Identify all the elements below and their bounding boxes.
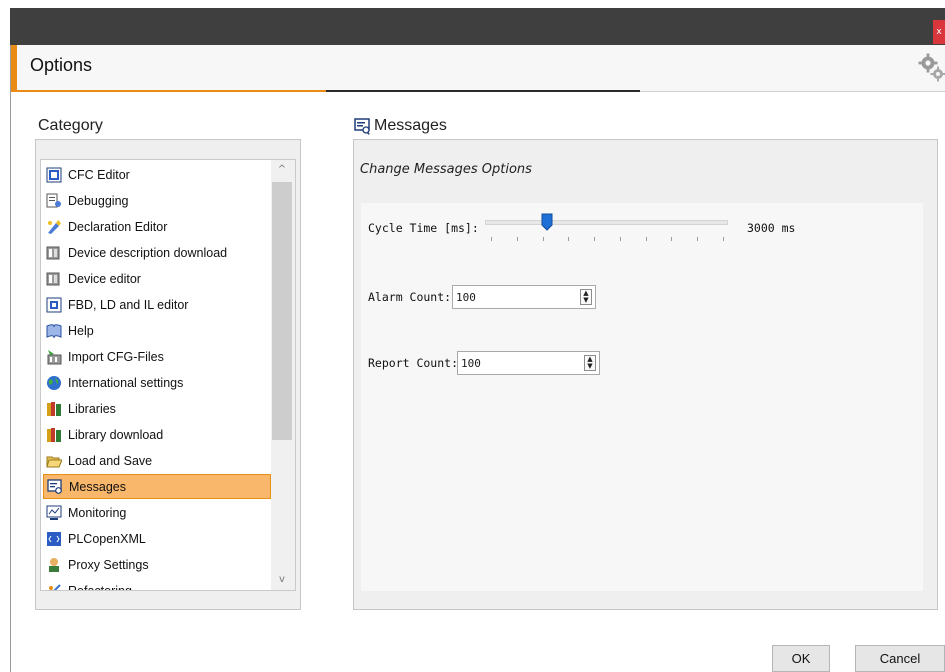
- alarm-count-stepper[interactable]: 100 ▲ ▼: [452, 285, 596, 309]
- window-titlebar: x: [10, 8, 945, 45]
- category-item-label: Debugging: [68, 193, 129, 208]
- globe-icon: [47, 375, 61, 390]
- category-item[interactable]: Load and Save: [43, 448, 271, 473]
- slider-tick: [620, 237, 621, 241]
- alarm-count-spin-icon[interactable]: ▲ ▼: [580, 289, 592, 305]
- category-title: Category: [38, 117, 103, 134]
- scrollbar-thumb[interactable]: [272, 182, 292, 440]
- category-item[interactable]: Device description download: [43, 240, 271, 265]
- header-underline: [11, 90, 326, 92]
- fbd-editor-icon: [46, 297, 62, 312]
- plcopenxml-icon: [47, 531, 61, 546]
- slider-tick: [671, 237, 672, 241]
- category-item-label: Library download: [68, 427, 164, 442]
- category-item[interactable]: Monitoring: [43, 500, 271, 525]
- cycle-time-label: Cycle Time [ms]:: [368, 221, 479, 235]
- report-count-label: Report Count:: [368, 356, 459, 370]
- report-count-value: 100: [461, 357, 481, 370]
- slider-tick: [517, 237, 518, 241]
- header-underline-dark: [326, 90, 640, 92]
- messages-icon: [354, 118, 370, 135]
- cycle-time-slider-thumb[interactable]: [541, 213, 553, 231]
- slider-tick: [491, 237, 492, 241]
- messages-subtitle: Change Messages Options: [360, 162, 532, 177]
- report-count-spin-icon[interactable]: ▲ ▼: [584, 355, 596, 371]
- ok-button[interactable]: OK: [772, 645, 830, 672]
- header-accent: [11, 45, 17, 92]
- category-item[interactable]: CFC Editor: [43, 162, 271, 187]
- scroll-down-icon[interactable]: v: [275, 573, 289, 587]
- category-item[interactable]: Proxy Settings: [43, 552, 271, 577]
- category-item-label: Libraries: [68, 401, 116, 416]
- category-item-label: CFC Editor: [68, 167, 130, 182]
- import-cfg-icon: [47, 349, 62, 364]
- folder-open-icon: [46, 456, 62, 467]
- slider-tick: [568, 237, 569, 241]
- debugging-icon: [46, 193, 61, 207]
- messages-title: Messages: [374, 117, 447, 134]
- window-border: [10, 45, 11, 672]
- category-item-label: Refactoring: [68, 583, 132, 591]
- category-list[interactable]: CFC Editor Debugging Declaration Editor Dev…: [40, 159, 296, 591]
- close-button[interactable]: x: [933, 20, 945, 44]
- category-item-label: Proxy Settings: [68, 557, 149, 572]
- cycle-time-value: 3000 ms: [747, 221, 796, 235]
- scroll-up-icon[interactable]: ^: [275, 163, 289, 177]
- alarm-count-value: 100: [456, 291, 476, 304]
- category-item-label: Device editor: [68, 271, 141, 286]
- dialog-title: Options: [30, 55, 93, 75]
- category-item-label: PLCopenXML: [68, 531, 146, 546]
- device-editor-icon: [46, 272, 60, 285]
- category-item-label: Messages: [69, 479, 126, 494]
- declaration-editor-icon: [48, 219, 61, 234]
- category-item-label: Monitoring: [68, 505, 127, 520]
- category-item-label: International settings: [68, 375, 184, 390]
- category-item[interactable]: FBD, LD and IL editor: [43, 292, 271, 317]
- messages-icon: [47, 478, 62, 494]
- gears-icon: [918, 53, 945, 82]
- report-count-stepper[interactable]: 100 ▲ ▼: [457, 351, 600, 375]
- category-item[interactable]: Messages: [43, 474, 271, 499]
- proxy-icon: [49, 557, 59, 572]
- category-item[interactable]: Help: [43, 318, 271, 343]
- library-download-icon: [47, 427, 61, 442]
- category-item[interactable]: Debugging: [43, 188, 271, 213]
- category-item[interactable]: Library download: [43, 422, 271, 447]
- category-item[interactable]: International settings: [43, 370, 271, 395]
- category-item-label: Help: [68, 323, 94, 338]
- slider-tick: [697, 237, 698, 241]
- alarm-count-label: Alarm Count:: [368, 290, 452, 304]
- messages-options-area: [361, 203, 923, 591]
- category-item[interactable]: Refactoring: [43, 578, 271, 591]
- slider-tick: [646, 237, 647, 241]
- category-item-label: Declaration Editor: [68, 219, 168, 234]
- refactoring-icon: [49, 583, 61, 590]
- cycle-time-slider-track[interactable]: [485, 220, 728, 225]
- category-scrollbar[interactable]: ^ v: [271, 160, 295, 590]
- category-item[interactable]: PLCopenXML: [43, 526, 271, 551]
- category-item[interactable]: Libraries: [43, 396, 271, 421]
- category-item[interactable]: Import CFG-Files: [43, 344, 271, 369]
- slider-tick: [543, 237, 544, 241]
- cancel-button[interactable]: Cancel: [855, 645, 945, 672]
- header-underline-light: [640, 91, 945, 92]
- device-description-icon: [46, 246, 60, 259]
- slider-tick: [723, 237, 724, 241]
- category-item-label: Import CFG-Files: [68, 349, 164, 364]
- slider-tick: [594, 237, 595, 241]
- category-item-label: Load and Save: [68, 453, 153, 468]
- libraries-icon: [47, 401, 61, 416]
- category-item[interactable]: Declaration Editor: [43, 214, 271, 239]
- help-icon: [46, 323, 62, 338]
- cfc-editor-icon: [46, 167, 62, 182]
- category-item-label: Device description download: [68, 245, 228, 260]
- dialog-header: [11, 45, 945, 92]
- category-item-label: FBD, LD and IL editor: [68, 297, 189, 312]
- category-item[interactable]: Device editor: [43, 266, 271, 291]
- monitoring-icon: [46, 505, 62, 520]
